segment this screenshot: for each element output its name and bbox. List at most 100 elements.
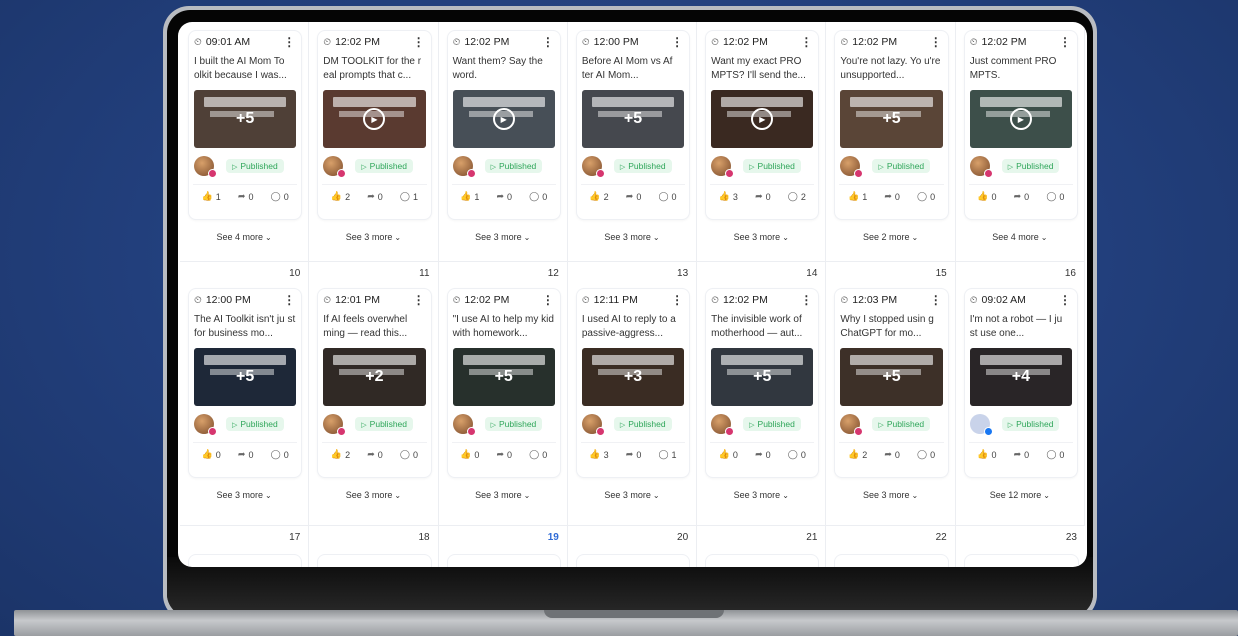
post-caption[interactable]: I used AI to reply to a passive-aggress.…: [577, 311, 689, 345]
calendar-day-cell[interactable]: 15 ⏲ 12:03 PM ⋮ Why I stopped usin g ChatGPT…: [826, 262, 956, 526]
see-more-link[interactable]: See 3 more ⌄: [309, 490, 437, 500]
post-caption[interactable]: DM TOOLKIT for the r eal prompts that c.…: [318, 53, 430, 87]
post-caption[interactable]: The invisible work of motherhood — aut..…: [706, 311, 818, 345]
post-card-partial[interactable]: [705, 554, 820, 567]
post-media-thumbnail[interactable]: +5: [194, 348, 297, 406]
avatar[interactable]: [194, 414, 217, 436]
see-more-link[interactable]: See 3 more ⌄: [439, 232, 567, 242]
post-card[interactable]: ⏲ 12:01 PM ⋮ If AI feels overwhel ming — re…: [317, 288, 432, 478]
calendar-day-cell[interactable]: 19: [439, 526, 568, 567]
post-media-thumbnail[interactable]: +3: [581, 348, 685, 406]
kebab-menu-icon[interactable]: ⋮: [541, 35, 555, 49]
post-caption[interactable]: You're not lazy. Yo u're unsupported...: [835, 53, 947, 87]
post-media-thumbnail[interactable]: +5: [452, 348, 555, 406]
avatar[interactable]: [323, 414, 347, 436]
calendar-day-cell[interactable]: 23: [956, 526, 1085, 567]
see-more-link[interactable]: See 3 more ⌄: [180, 490, 308, 500]
calendar-day-cell[interactable]: 18: [309, 526, 439, 567]
post-media-thumbnail[interactable]: +5: [840, 90, 943, 148]
post-caption[interactable]: Want my exact PRO MPTS? I'll send the...: [706, 53, 818, 87]
calendar-day-cell[interactable]: ⏲ 12:02 PM ⋮ Just comment PRO MPTS. ▶ ▷ Publis…: [955, 22, 1085, 262]
avatar[interactable]: [840, 156, 864, 178]
post-card[interactable]: ⏲ 12:02 PM ⋮ Just comment PRO MPTS. ▶ ▷ Publis…: [963, 30, 1078, 220]
calendar-day-cell[interactable]: 22: [826, 526, 956, 567]
post-card[interactable]: ⏲ 12:00 PM ⋮ The AI Toolkit isn't ju st for…: [188, 288, 303, 478]
calendar-day-cell[interactable]: ⏲ 12:02 PM ⋮ You're not lazy. Yo u're unsup…: [826, 22, 956, 262]
post-caption[interactable]: If AI feels overwhel ming — read this...: [318, 311, 430, 345]
post-card-partial[interactable]: [963, 554, 1079, 567]
calendar-day-cell[interactable]: ⏲ 12:02 PM ⋮ DM TOOLKIT for the r eal promp…: [309, 22, 439, 262]
avatar[interactable]: [581, 414, 605, 436]
see-more-link[interactable]: See 3 more ⌄: [697, 490, 825, 500]
post-card[interactable]: ⏲ 12:02 PM ⋮ The invisible work of motherho…: [705, 288, 820, 478]
post-card[interactable]: ⏲ 12:02 PM ⋮ Want my exact PRO MPTS? I'll s…: [705, 30, 820, 220]
post-media-thumbnail[interactable]: ▶: [969, 90, 1072, 148]
see-more-link[interactable]: See 12 more ⌄: [956, 490, 1084, 500]
post-card[interactable]: ⏲ 12:02 PM ⋮ DM TOOLKIT for the r eal promp…: [317, 30, 432, 220]
post-card[interactable]: ⏲ 12:03 PM ⋮ Why I stopped usin g ChatGPT f…: [834, 288, 949, 478]
post-card-partial[interactable]: [834, 554, 949, 567]
calendar-day-cell[interactable]: 12 ⏲ 12:02 PM ⋮ "I use AI to help my kid wit…: [438, 262, 568, 526]
kebab-menu-icon[interactable]: ⋮: [670, 35, 684, 49]
calendar-day-cell[interactable]: ⏲ 12:02 PM ⋮ Want my exact PRO MPTS? I'll s…: [697, 22, 827, 262]
see-more-link[interactable]: See 4 more ⌄: [180, 232, 308, 242]
kebab-menu-icon[interactable]: ⋮: [282, 293, 296, 307]
post-caption[interactable]: Want them? Say the word.: [448, 53, 560, 87]
avatar[interactable]: [194, 156, 217, 178]
post-card[interactable]: ⏲ 09:01 AM ⋮ I built the AI Mom To olkit be…: [188, 30, 303, 220]
see-more-link[interactable]: See 3 more ⌄: [309, 232, 437, 242]
calendar-day-cell[interactable]: 14 ⏲ 12:02 PM ⋮ The invisible work of mother…: [697, 262, 827, 526]
post-card-partial[interactable]: [188, 554, 303, 567]
kebab-menu-icon[interactable]: ⋮: [929, 293, 943, 307]
post-card[interactable]: ⏲ 12:02 PM ⋮ "I use AI to help my kid with …: [446, 288, 561, 478]
post-media-thumbnail[interactable]: ▶: [452, 90, 555, 148]
post-media-thumbnail[interactable]: +5: [194, 90, 297, 148]
post-caption[interactable]: The AI Toolkit isn't ju st for business …: [189, 311, 301, 345]
post-caption[interactable]: "I use AI to help my kid with homework..…: [448, 311, 560, 345]
post-media-thumbnail[interactable]: ▶: [711, 90, 814, 148]
post-media-thumbnail[interactable]: +5: [581, 90, 685, 148]
post-caption[interactable]: I'm not a robot — I ju st use one...: [965, 311, 1077, 345]
post-media-thumbnail[interactable]: +4: [969, 348, 1072, 406]
see-more-link[interactable]: See 3 more ⌄: [439, 490, 567, 500]
play-icon[interactable]: ▶: [1009, 108, 1032, 130]
avatar[interactable]: [452, 156, 476, 178]
post-caption[interactable]: Before AI Mom vs Af ter AI Mom...: [577, 53, 689, 87]
see-more-link[interactable]: See 3 more ⌄: [568, 490, 696, 500]
calendar-day-cell[interactable]: 17: [180, 526, 310, 567]
avatar[interactable]: [323, 156, 347, 178]
post-media-thumbnail[interactable]: +5: [711, 348, 814, 406]
post-caption[interactable]: I built the AI Mom To olkit because I wa…: [189, 53, 301, 87]
calendar-day-cell[interactable]: 10 ⏲ 12:00 PM ⋮ The AI Toolkit isn't ju st f…: [180, 262, 310, 526]
kebab-menu-icon[interactable]: ⋮: [1058, 35, 1072, 49]
avatar[interactable]: [711, 414, 735, 436]
post-caption[interactable]: Just comment PRO MPTS.: [965, 53, 1077, 87]
see-more-link[interactable]: See 3 more ⌄: [697, 232, 825, 242]
see-more-link[interactable]: See 3 more ⌄: [568, 232, 696, 242]
kebab-menu-icon[interactable]: ⋮: [412, 293, 426, 307]
post-card-partial[interactable]: [446, 554, 561, 567]
post-caption[interactable]: Why I stopped usin g ChatGPT for mo...: [835, 311, 947, 345]
post-media-thumbnail[interactable]: +2: [323, 348, 426, 406]
post-media-thumbnail[interactable]: ▶: [323, 90, 426, 148]
avatar[interactable]: [711, 156, 735, 178]
calendar-day-cell[interactable]: 16 ⏲ 09:02 AM ⋮ I'm not a robot — I ju st us…: [955, 262, 1085, 526]
post-card-partial[interactable]: [317, 554, 432, 567]
post-media-thumbnail[interactable]: +5: [840, 348, 943, 406]
post-card-partial[interactable]: [575, 554, 691, 567]
avatar[interactable]: [452, 414, 476, 436]
see-more-link[interactable]: See 4 more ⌄: [956, 232, 1084, 242]
play-icon[interactable]: ▶: [492, 108, 515, 130]
post-card[interactable]: ⏲ 12:02 PM ⋮ Want them? Say the word. ▶ ▷ Publ…: [446, 30, 561, 220]
calendar-day-cell[interactable]: 21: [697, 526, 827, 567]
avatar[interactable]: [840, 414, 864, 436]
avatar[interactable]: [581, 156, 605, 178]
calendar-day-cell[interactable]: 13 ⏲ 12:11 PM ⋮ I used AI to reply to a pass…: [567, 262, 698, 526]
kebab-menu-icon[interactable]: ⋮: [412, 35, 426, 49]
calendar-day-cell[interactable]: ⏲ 12:02 PM ⋮ Want them? Say the word. ▶ ▷ Publ…: [438, 22, 568, 262]
avatar[interactable]: [969, 156, 993, 178]
avatar[interactable]: [969, 414, 993, 436]
post-card[interactable]: ⏲ 09:02 AM ⋮ I'm not a robot — I ju st use …: [963, 288, 1078, 478]
kebab-menu-icon[interactable]: ⋮: [929, 35, 943, 49]
see-more-link[interactable]: See 3 more ⌄: [826, 490, 954, 500]
